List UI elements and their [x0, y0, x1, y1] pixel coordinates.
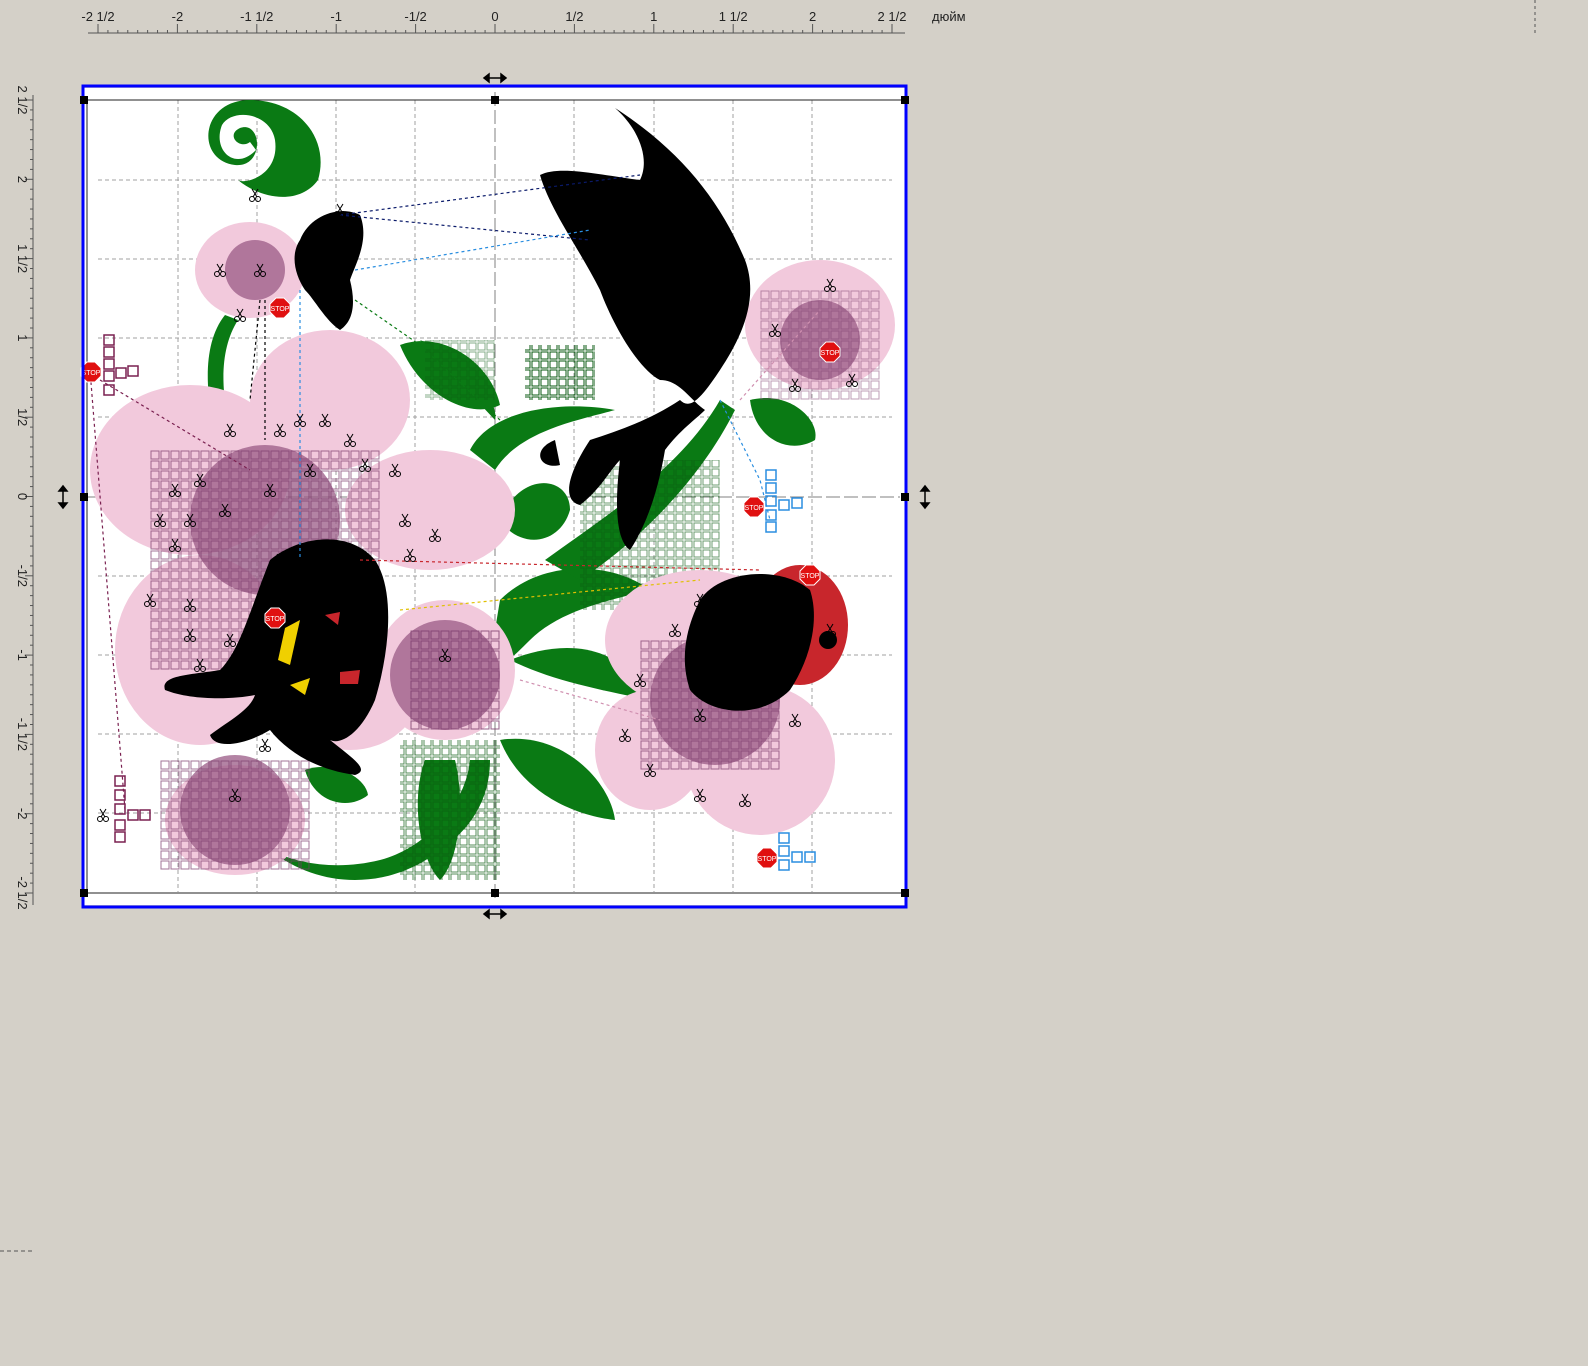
handle-top-center[interactable]: [491, 96, 499, 104]
handle-middle-right[interactable]: [901, 493, 909, 501]
resize-arrow-icon[interactable]: [57, 484, 69, 510]
handle-bottom-right[interactable]: [901, 889, 909, 897]
design-canvas[interactable]: STOP: [0, 0, 960, 940]
resize-arrow-icon[interactable]: [482, 908, 508, 920]
handle-bottom-left[interactable]: [80, 889, 88, 897]
handle-bottom-center[interactable]: [491, 889, 499, 897]
handle-top-right[interactable]: [901, 96, 909, 104]
handle-middle-left[interactable]: [80, 493, 88, 501]
resize-arrow-icon[interactable]: [919, 484, 931, 510]
resize-arrow-icon[interactable]: [482, 72, 508, 84]
handle-top-left[interactable]: [80, 96, 88, 104]
